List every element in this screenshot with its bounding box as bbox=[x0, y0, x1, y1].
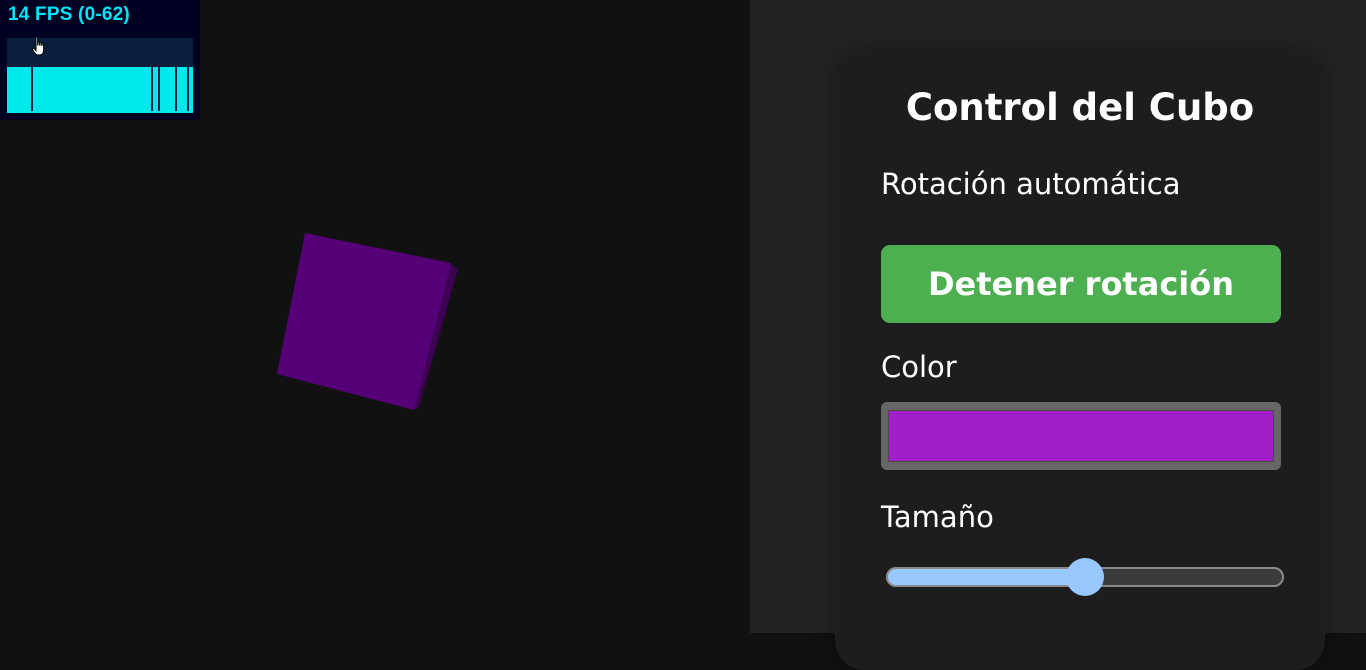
fps-stats-panel[interactable]: 14 FPS (0-62) bbox=[0, 0, 200, 120]
fps-graph-dip bbox=[175, 66, 177, 111]
slider-thumb[interactable] bbox=[1066, 558, 1104, 596]
fps-graph-fill bbox=[7, 67, 193, 113]
fps-label: 14 FPS (0-62) bbox=[8, 4, 130, 25]
fps-graph-dip bbox=[158, 61, 160, 111]
slider-fill bbox=[886, 567, 1085, 587]
color-label: Color bbox=[881, 350, 957, 384]
fps-graph-dip bbox=[151, 61, 153, 111]
color-swatch bbox=[888, 410, 1274, 462]
size-label: Tamaño bbox=[881, 500, 994, 534]
panel-title: Control del Cubo bbox=[905, 86, 1255, 129]
hand-pointer-icon bbox=[32, 36, 45, 56]
fps-graph-dip bbox=[187, 63, 189, 111]
color-picker[interactable] bbox=[881, 402, 1281, 470]
rotation-label: Rotación automática bbox=[881, 167, 1181, 201]
fps-graph-dip bbox=[31, 59, 33, 111]
size-slider[interactable] bbox=[886, 556, 1286, 600]
three-js-canvas[interactable]: 14 FPS (0-62) bbox=[0, 0, 750, 633]
stop-rotation-button[interactable]: Detener rotación bbox=[881, 245, 1281, 323]
